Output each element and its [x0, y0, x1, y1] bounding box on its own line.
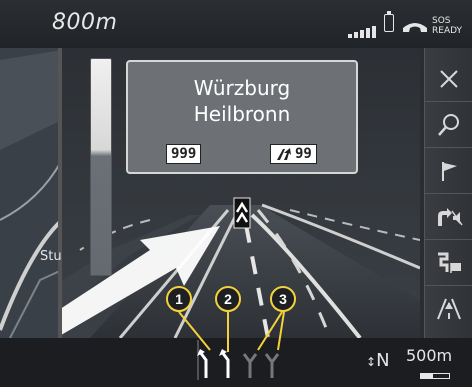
callout-1: 1 — [166, 286, 192, 312]
callout-leaders — [178, 311, 285, 352]
callout-2: 2 — [215, 286, 241, 312]
callout-3: 3 — [270, 286, 296, 312]
navigation-screen: Stu Würzburg Heilbronn 999 99 800m SOS R… — [0, 0, 472, 387]
